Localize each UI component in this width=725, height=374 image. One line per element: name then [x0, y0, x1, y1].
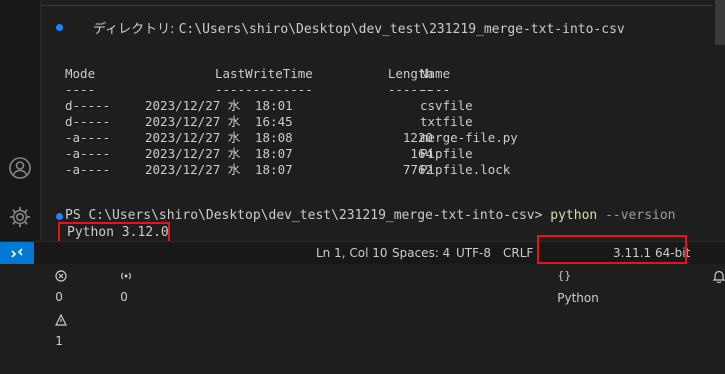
ports-indicator[interactable]: 0 — [105, 242, 132, 304]
error-count: 0 — [55, 290, 63, 304]
table-row: -a---- 2023/12/27 水 18:07 7762 Pipfile.l… — [65, 162, 510, 178]
end-of-line[interactable]: CRLF — [503, 242, 533, 264]
separator-name: ---- — [420, 82, 451, 97]
table-row: -a---- 2023/12/27 水 18:07 164 Pipfile — [65, 146, 473, 162]
encoding[interactable]: UTF-8 — [456, 242, 491, 264]
language-label: Python — [557, 291, 599, 305]
notifications[interactable] — [697, 242, 725, 283]
prompt-path: PS C:\Users\shiro\Desktop\dev_test\23121… — [65, 208, 543, 223]
terminal-scrollbar[interactable] — [715, 0, 725, 241]
activity-bar — [0, 0, 41, 241]
gear-icon[interactable] — [8, 205, 32, 229]
highlight-box-terminal-output — [58, 222, 170, 243]
problems-indicator[interactable]: 0 1 — [40, 242, 68, 348]
row-name: Pipfile — [420, 146, 473, 161]
table-separator-row: ---- ------------- ------ ---- — [65, 82, 450, 98]
header-name: Name — [420, 66, 451, 81]
command-name: python — [550, 208, 598, 223]
table-header-row: Mode LastWriteTime Length Name — [65, 66, 450, 82]
row-time: 16:45 — [255, 114, 293, 129]
row-mode: -a---- — [65, 146, 111, 161]
bell-icon — [712, 270, 725, 283]
indentation[interactable]: Spaces: 4 — [392, 242, 450, 264]
terminal-panel[interactable]: ディレクトリ: C:\Users\shiro\Desktop\dev_test\… — [41, 0, 725, 241]
listing-table: Mode LastWriteTime Length Name ---- ----… — [65, 66, 518, 178]
row-time: 18:07 — [255, 162, 293, 177]
row-mode: -a---- — [65, 130, 111, 145]
row-mode: d----- — [65, 114, 111, 129]
row-name: txtfile — [420, 114, 473, 129]
table-row: d----- 2023/12/27 水 16:45 txtfile — [65, 114, 473, 130]
terminal-top-border — [41, 0, 713, 6]
row-name: Pipfile.lock — [420, 162, 511, 177]
row-date: 2023/12/27 水 — [145, 146, 241, 161]
cursor-position[interactable]: Ln 1, Col 10 — [316, 242, 388, 264]
table-row: d----- 2023/12/27 水 18:01 csvfile — [65, 98, 473, 114]
header-lastwritetime: LastWriteTime — [215, 66, 313, 81]
prompt-line: PS C:\Users\shiro\Desktop\dev_test\23121… — [65, 208, 676, 223]
directory-path: C:\Users\shiro\Desktop\dev_test\231219_m… — [178, 22, 625, 37]
braces-icon: {} — [557, 269, 572, 282]
command-decoration-dot[interactable] — [56, 24, 63, 31]
header-mode: Mode — [65, 66, 96, 81]
row-time: 18:08 — [255, 130, 293, 145]
row-name: csvfile — [420, 98, 473, 113]
row-date: 2023/12/27 水 — [145, 162, 241, 177]
remote-icon — [11, 247, 23, 258]
warning-count: 1 — [55, 334, 63, 348]
row-date: 2023/12/27 水 — [145, 130, 241, 145]
row-mode: d----- — [65, 98, 111, 113]
warning-icon — [55, 313, 68, 326]
row-time: 18:01 — [255, 98, 293, 113]
command-args: --version — [605, 208, 676, 223]
scrollbar-thumb[interactable] — [715, 0, 725, 45]
separator-mode: ---- — [65, 82, 96, 97]
row-time: 18:07 — [255, 146, 293, 161]
table-row: -a---- 2023/12/27 水 18:08 1220 merge-fil… — [65, 130, 518, 146]
command-decoration-dot[interactable] — [56, 213, 63, 220]
ports-count: 0 — [120, 290, 128, 304]
row-date: 2023/12/27 水 — [145, 98, 241, 113]
separator-lastwritetime: ------------- — [215, 82, 313, 97]
directory-label: ディレクトリ: — [93, 22, 179, 37]
remote-indicator[interactable] — [0, 242, 34, 264]
directory-line: ディレクトリ: C:\Users\shiro\Desktop\dev_test\… — [93, 18, 625, 37]
row-mode: -a---- — [65, 162, 111, 177]
row-date: 2023/12/27 水 — [145, 114, 241, 129]
row-name: merge-file.py — [420, 130, 518, 145]
error-icon — [55, 269, 67, 282]
broadcast-icon — [121, 272, 132, 279]
account-icon[interactable] — [8, 156, 32, 180]
highlight-box-interpreter — [537, 235, 687, 264]
